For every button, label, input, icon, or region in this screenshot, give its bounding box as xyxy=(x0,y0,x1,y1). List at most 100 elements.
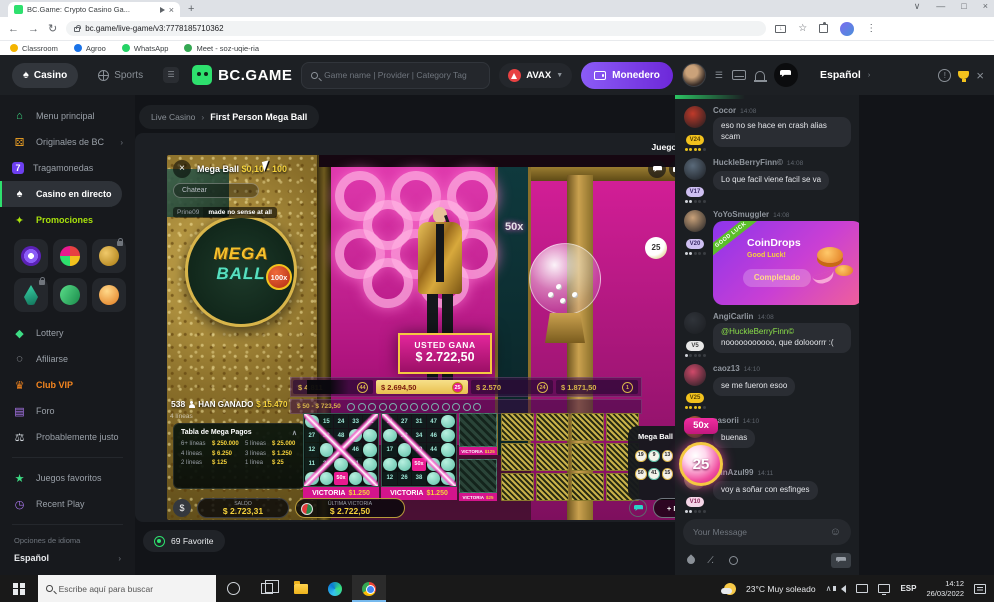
chat-info-icon[interactable]: ! xyxy=(938,69,951,82)
taskbar-clock[interactable]: 14:12 26/03/2022 xyxy=(926,579,964,598)
notifications-bell-icon[interactable] xyxy=(755,71,765,80)
sidebar-item-juegos-favoritos[interactable]: ★Juegos favoritos xyxy=(0,465,135,491)
bookmark-item[interactable]: Meet - soz-uqie-ria xyxy=(184,44,259,53)
crown-icon: ♛ xyxy=(12,379,27,392)
window-close-icon[interactable]: × xyxy=(983,1,988,12)
sidebar-item-casino-en-directo[interactable]: ♠Casino en directo xyxy=(0,181,122,207)
chat-input[interactable]: ☺ xyxy=(683,519,851,545)
promo-tile-roll-competition[interactable] xyxy=(53,239,87,273)
stream-chat-input[interactable]: Chatear xyxy=(173,183,259,198)
promo-tile-piggy-bank[interactable] xyxy=(92,239,126,273)
coindrop-icon[interactable] xyxy=(685,554,696,565)
chat-language-label[interactable]: Español xyxy=(820,69,861,81)
weather-text[interactable]: 23°C Muy soleado xyxy=(746,584,816,594)
window-minimize-icon[interactable]: — xyxy=(936,1,945,12)
promo-tile-vip-medal[interactable] xyxy=(92,278,126,312)
stream-chat-icon[interactable] xyxy=(648,160,666,178)
sidebar-item-lottery[interactable]: ◆Lottery xyxy=(0,320,135,346)
breadcrumb-section[interactable]: Live Casino xyxy=(151,112,195,122)
bingo-cell: 27 xyxy=(305,429,319,442)
taskbar-search-input[interactable] xyxy=(59,584,208,594)
site-logo[interactable]: BC.GAME xyxy=(192,65,292,85)
tab-close-icon[interactable]: × xyxy=(169,5,174,15)
chat-avatar-column: V20 xyxy=(683,210,707,305)
bookmark-item[interactable]: Classroom xyxy=(10,44,58,53)
currency-selector[interactable]: AVAX ▼ xyxy=(499,63,572,88)
bookmark-item[interactable]: WhatsApp xyxy=(122,44,169,53)
url-bar[interactable]: bc.game/live-game/v3:7778185710362 xyxy=(66,21,766,36)
inbox-icon[interactable] xyxy=(732,70,746,80)
nav-casino[interactable]: ♠ Casino xyxy=(12,63,78,88)
user-avatar[interactable] xyxy=(682,63,706,87)
extensions-icon[interactable] xyxy=(819,24,828,33)
new-tab-button[interactable]: + xyxy=(188,3,194,15)
wallet-button[interactable]: Monedero xyxy=(581,62,673,89)
coindrops-completed-button[interactable]: Completado xyxy=(743,269,811,287)
bingo-cell: 33 xyxy=(349,415,363,428)
paytable-collapse-icon[interactable]: ∧ xyxy=(292,429,297,437)
coin-icon[interactable] xyxy=(729,556,738,565)
task-view-button[interactable] xyxy=(250,575,284,602)
bingo-cell-marked xyxy=(427,472,441,485)
sidebar-item-foro[interactable]: ▤Foro xyxy=(0,398,135,424)
forward-icon[interactable]: → xyxy=(28,23,39,35)
sidebar-item-tragamonedas[interactable]: 7Tragamonedas xyxy=(0,155,135,181)
promo-tile-rocket[interactable] xyxy=(14,278,48,312)
keyboard-language[interactable]: ESP xyxy=(900,584,916,593)
tab-audio-icon[interactable] xyxy=(160,7,165,13)
stream-language-icon[interactable] xyxy=(629,499,647,517)
chevron-right-icon[interactable]: › xyxy=(868,72,870,79)
taskbar-search[interactable] xyxy=(38,575,216,602)
sidebar-item-club-vip[interactable]: ♛Club VIP xyxy=(0,372,135,398)
browser-menu-icon[interactable]: ⋮ xyxy=(866,23,876,34)
install-icon[interactable]: ↓ xyxy=(775,25,786,33)
emoji-icon[interactable]: ☺ xyxy=(830,526,841,538)
favorite-button[interactable]: 69 Favorite xyxy=(143,530,225,552)
profile-avatar[interactable] xyxy=(840,22,854,36)
chat-message-input[interactable] xyxy=(693,527,830,537)
game-search[interactable] xyxy=(301,62,490,89)
sidebar-item-probablemente-justo[interactable]: ⚖Probablemente justo xyxy=(0,424,135,450)
browser-tab[interactable]: BC.Game: Crypto Casino Ga... × xyxy=(8,2,180,17)
tray-expand-icon[interactable]: ∧ xyxy=(826,584,832,593)
speaker-icon[interactable] xyxy=(841,585,846,593)
weather-icon[interactable] xyxy=(724,583,736,595)
reload-icon[interactable]: ↻ xyxy=(48,22,57,35)
start-button[interactable] xyxy=(0,575,38,602)
file-explorer-button[interactable] xyxy=(284,575,318,602)
bookmark-star-icon[interactable]: ☆ xyxy=(798,23,807,34)
promo-tile-lucky-spin[interactable] xyxy=(14,239,48,273)
sidebar-item-afiliarse[interactable]: ◌Afiliarse xyxy=(0,346,135,372)
chrome-button[interactable] xyxy=(352,575,386,602)
game-close-icon[interactable]: × xyxy=(173,160,191,178)
collapse-menu-button[interactable]: ☰ xyxy=(163,67,179,83)
window-maximize-icon[interactable]: □ xyxy=(961,1,966,12)
sidebar-language-selector[interactable]: Español› xyxy=(0,547,135,569)
sidebar-item-promociones[interactable]: ✦Promociones xyxy=(0,207,135,233)
window-chevron-icon[interactable]: ∨ xyxy=(914,1,921,12)
sidebar-item-recent-play[interactable]: ◷Recent Play xyxy=(0,491,135,517)
chat-close-icon[interactable]: × xyxy=(976,68,984,83)
account-menu-icon[interactable]: ☰ xyxy=(715,70,723,81)
cortana-button[interactable] xyxy=(216,575,250,602)
vip-badge: V17 xyxy=(686,187,704,197)
back-icon[interactable]: ← xyxy=(8,23,19,35)
bookmark-item[interactable]: Agroo xyxy=(74,44,106,53)
chat-toggle-icon[interactable] xyxy=(774,63,798,87)
sidebar-item-menu-principal[interactable]: ⌂Menu principal xyxy=(0,103,135,129)
cash-icon[interactable]: $ xyxy=(173,499,191,517)
touch-keyboard-icon[interactable] xyxy=(856,584,868,593)
nav-sports[interactable]: Sports xyxy=(87,63,154,88)
trophy-icon[interactable] xyxy=(958,71,969,79)
edge-button[interactable] xyxy=(318,575,352,602)
notification-center-icon[interactable] xyxy=(974,584,986,594)
send-message-button[interactable] xyxy=(831,553,851,568)
promo-tile-cashback[interactable] xyxy=(53,278,87,312)
game-search-input[interactable] xyxy=(324,70,480,80)
network-icon[interactable] xyxy=(878,584,890,593)
win-pill-ball: 25 xyxy=(452,382,463,393)
chat-rules-icon[interactable]: ∕. xyxy=(710,555,714,566)
bingo-cell-marked xyxy=(305,472,319,485)
chat-message: V5AngiCarlin14:08@HuckleBerryFinn© noooo… xyxy=(683,312,851,357)
sidebar-item-originales-de-bc[interactable]: ⚄Originales de BC› xyxy=(0,129,135,155)
